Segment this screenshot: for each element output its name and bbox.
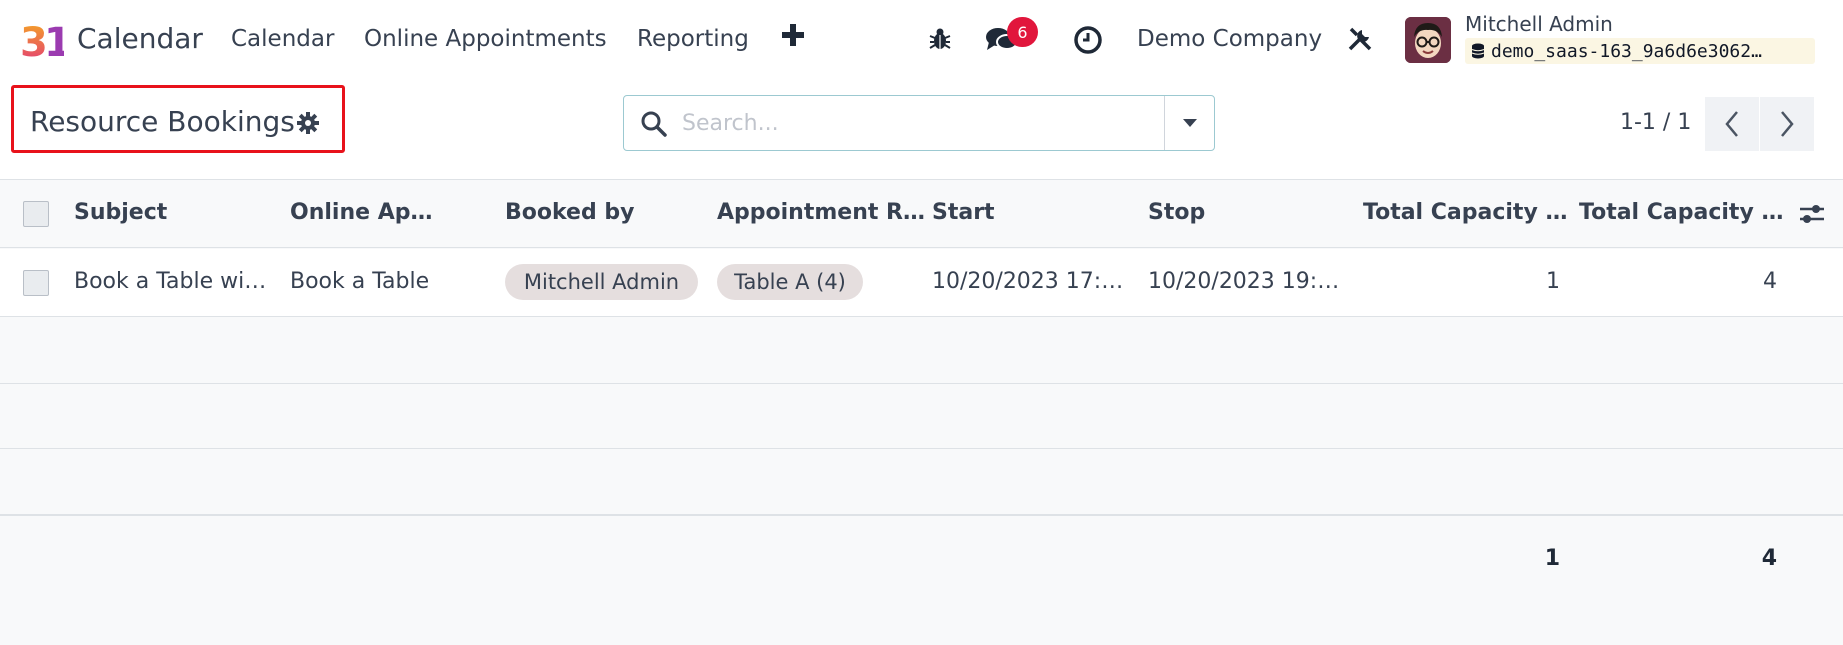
app-name[interactable]: Calendar [77,22,203,55]
menu-calendar[interactable]: Calendar [231,26,334,52]
resource-tag: Table A (4) [717,264,863,300]
booked-by-tag: Mitchell Admin [505,264,698,300]
search-icon[interactable] [640,110,668,138]
plus-icon[interactable] [780,22,806,48]
bug-icon[interactable] [927,26,953,52]
column-booked-by[interactable]: Booked by [505,200,634,225]
cell-start[interactable]: 10/20/2023 17:… [932,269,1123,294]
optional-columns-icon[interactable] [1799,202,1825,226]
avatar-face-icon [1405,17,1451,63]
total-capacity-reserved-sum: 1 [1544,546,1560,571]
empty-row [0,449,1843,515]
cell-total-capacity-reserved[interactable]: 1 [1500,269,1560,294]
column-start[interactable]: Start [932,200,995,225]
cell-subject[interactable]: Book a Table wi… [74,269,266,294]
caret-down-icon [1183,119,1197,127]
menu-online-appointments[interactable]: Online Appointments [364,26,607,52]
menu-reporting[interactable]: Reporting [637,26,749,52]
page-title: Resource Bookings [30,105,295,138]
company-switcher[interactable]: Demo Company [1137,26,1322,52]
database-chip: demo_saas-163_9a6d6e3062… [1465,38,1815,64]
database-icon [1471,43,1485,59]
control-panel: Resource Bookings 1-1 / 1 [0,80,1843,180]
search-input[interactable] [682,104,1172,142]
pager-value[interactable]: 1-1 / 1 [1620,110,1691,135]
table-row[interactable]: Book a Table wi… Book a Table Mitchell A… [0,249,1843,317]
column-total-capacity-reserved[interactable]: Total Capacity … [1363,200,1567,225]
messages-count-badge: 6 [1007,17,1038,47]
chevron-right-icon [1781,111,1794,137]
pager-previous-button[interactable] [1705,97,1759,151]
column-subject[interactable]: Subject [74,200,167,225]
search-bar [623,95,1215,151]
pager-next-button[interactable] [1760,97,1814,151]
user-avatar[interactable] [1405,17,1451,63]
column-total-capacity[interactable]: Total Capacity … [1579,200,1783,225]
column-appointment-resource[interactable]: Appointment R… [717,200,925,225]
column-stop[interactable]: Stop [1148,200,1205,225]
empty-row [0,384,1843,449]
total-capacity-sum: 4 [1761,546,1777,571]
cell-stop[interactable]: 10/20/2023 19:… [1148,269,1339,294]
empty-row [0,318,1843,384]
select-all-checkbox[interactable] [23,201,49,227]
user-name[interactable]: Mitchell Admin [1465,12,1613,36]
table-header: Subject Online Ap… Booked by Appointment… [0,180,1843,248]
calendar-app-logo-icon[interactable]: 3 1 [20,18,64,62]
cell-total-capacity[interactable]: 4 [1717,269,1777,294]
database-name: demo_saas-163_9a6d6e3062… [1491,40,1762,62]
tools-icon[interactable] [1347,26,1373,52]
cell-online-appointment[interactable]: Book a Table [290,269,429,294]
table-footer-totals: 1 4 [0,515,1843,645]
clock-icon[interactable] [1073,25,1103,55]
search-options-toggle[interactable] [1164,96,1215,150]
gear-icon[interactable] [296,111,320,135]
chevron-left-icon [1725,111,1738,137]
svg-text:1: 1 [44,20,64,62]
row-checkbox[interactable] [23,270,49,296]
column-online-appointment[interactable]: Online Ap… [290,200,432,225]
top-navbar: 3 1 Calendar Calendar Online Appointment… [0,0,1843,80]
